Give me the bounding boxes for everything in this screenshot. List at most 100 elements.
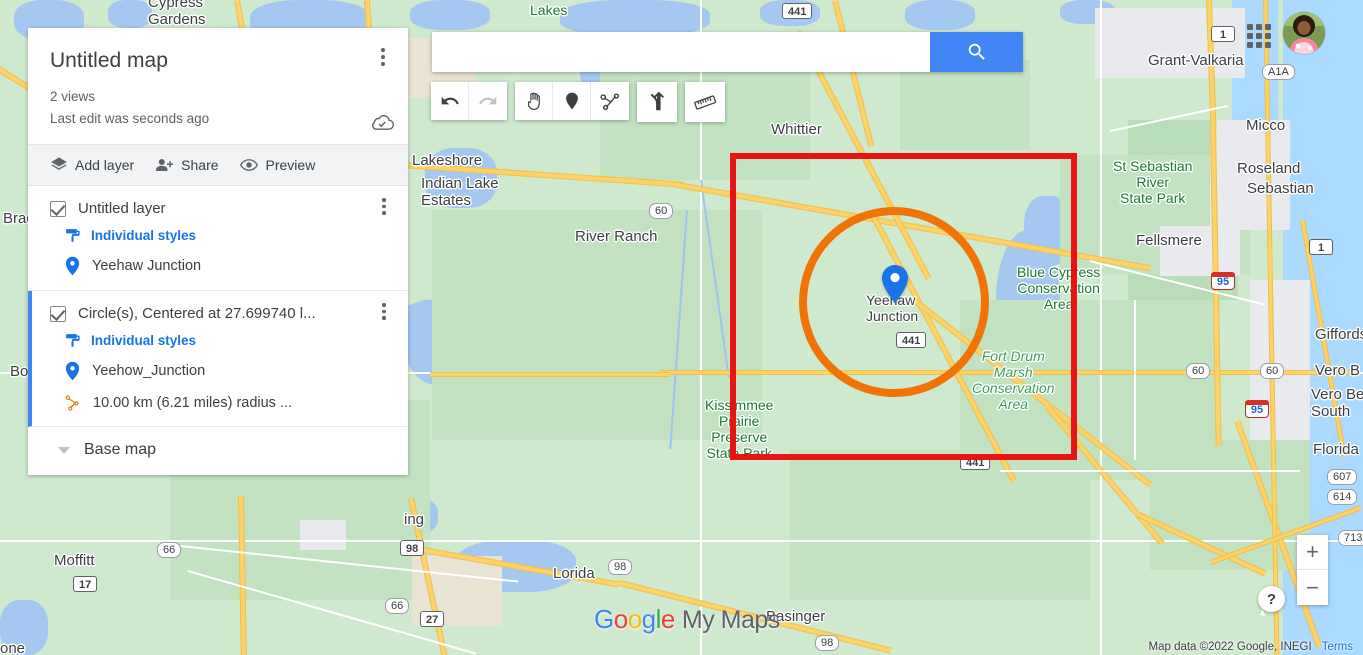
feature-radius[interactable]: 10.00 km (6.21 miles) radius ... [64, 393, 394, 412]
draw-line-button[interactable] [591, 82, 629, 120]
lake [108, 0, 152, 28]
redo-button[interactable] [469, 82, 507, 120]
layer-visibility-checkbox[interactable] [50, 200, 66, 217]
attribution-text: Map data ©2022 Google, INEGI [1148, 641, 1312, 653]
hand-icon [527, 91, 540, 110]
map-options-menu-button[interactable] [370, 48, 396, 78]
layer-name: Untitled layer [78, 200, 166, 217]
zoom-controls: + − [1297, 535, 1328, 605]
base-map-selector[interactable]: Base map [28, 427, 408, 475]
google-my-maps-logo: Google My Maps [594, 604, 780, 635]
layer-title-row: Untitled layer [50, 198, 394, 220]
grid-dot [1247, 42, 1253, 48]
search-icon [968, 43, 985, 60]
green-area [790, 450, 1090, 600]
dot [381, 62, 385, 66]
pan-tool-button[interactable] [515, 82, 553, 120]
highway-shield: 27 [420, 611, 445, 627]
share-label: Share [181, 157, 219, 173]
dot [382, 309, 386, 313]
undo-arrow-icon [441, 96, 459, 105]
highway-shield: 614 [1327, 489, 1358, 505]
urban-area [1095, 8, 1245, 78]
highway-shield: 607 [1327, 469, 1358, 485]
layer-untitled-layer[interactable]: Untitled layer Individual styles Yeehaw … [28, 186, 408, 291]
add-layer-label: Add layer [75, 157, 135, 173]
feature-yeehaw-junction[interactable]: Yeehaw Junction [64, 256, 394, 276]
logo-letter: o [627, 604, 642, 634]
individual-styles-link[interactable]: Individual styles [64, 227, 394, 244]
urban-area-sebastian [1210, 120, 1290, 230]
map-place-label: Cypress Gardens [148, 0, 206, 29]
terms-link[interactable]: Terms [1322, 641, 1353, 653]
highway-shield: 441 [782, 3, 813, 19]
share-button[interactable]: Share [154, 156, 219, 174]
search-bar [432, 32, 1023, 72]
highway-shield: 95 [1245, 400, 1269, 418]
lake-indian [425, 148, 497, 208]
map-pin-icon [65, 361, 80, 381]
highway-441-north [832, 0, 875, 147]
toolbar-group-directions [637, 82, 677, 122]
paint-roller-icon [66, 334, 80, 347]
preview-button[interactable]: Preview [239, 156, 316, 174]
individual-styles-link[interactable]: Individual styles [64, 332, 394, 349]
grid-dot [1256, 33, 1262, 39]
search-button[interactable] [930, 32, 1023, 72]
apps-grid-icon[interactable] [1245, 22, 1273, 50]
base-map-label: Base map [84, 441, 157, 458]
highway-shield: 98 [400, 540, 425, 556]
directions-button[interactable] [637, 82, 677, 122]
dot [382, 198, 386, 202]
feature-yeehow-junction[interactable]: Yeehow_Junction [64, 361, 394, 381]
green-area-kissimmee [432, 210, 762, 440]
product-name: My Maps [681, 606, 780, 634]
undo-button[interactable] [431, 82, 469, 120]
grid-dot [1256, 24, 1262, 30]
layer-circles[interactable]: Circle(s), Centered at 27.699740 l... In… [28, 291, 408, 427]
layer-visibility-checkbox[interactable] [50, 305, 66, 322]
urban-area [1160, 226, 1240, 276]
green-area [900, 60, 1030, 150]
highway-shield: A1A [1262, 64, 1295, 80]
user-avatar[interactable] [1283, 12, 1325, 54]
map-views: 2 views [50, 89, 96, 104]
lake [410, 0, 490, 30]
measure-button[interactable] [685, 82, 725, 122]
dot [382, 211, 386, 215]
map-title[interactable]: Untitled map [50, 48, 388, 74]
paint-roller-icon [66, 229, 80, 242]
search-input[interactable] [432, 32, 930, 72]
toolbar-group-measure [685, 82, 725, 122]
cloud-saved-icon[interactable] [370, 112, 394, 130]
logo-letter: o [613, 604, 628, 634]
lake [0, 600, 48, 655]
map-place-label: Moffitt [54, 552, 95, 569]
highway-shield: 1 [1211, 26, 1235, 42]
highway-shield: 60 [1186, 363, 1211, 379]
layer-options-menu-button[interactable] [374, 198, 394, 220]
preview-label: Preview [265, 157, 316, 173]
ruler-icon [694, 95, 717, 110]
layers-icon [51, 157, 67, 170]
help-button[interactable]: ? [1258, 586, 1285, 612]
zoom-out-button[interactable]: − [1297, 570, 1328, 605]
highway-shield: 17 [73, 576, 98, 592]
layer-title-row: Circle(s), Centered at 27.699740 l... [50, 303, 394, 325]
zoom-in-button[interactable]: + [1297, 535, 1328, 570]
map-pin-icon [65, 256, 80, 276]
layer-name: Circle(s), Centered at 27.699740 l... [78, 305, 316, 322]
map-pin-yeehaw-junction[interactable] [882, 265, 908, 303]
logo-letter: G [594, 604, 614, 634]
highway-shield: 60 [649, 203, 674, 219]
toolbar-group-history [431, 82, 507, 120]
grid-dot [1256, 42, 1262, 48]
grid-dot [1247, 33, 1253, 39]
lake [560, 0, 710, 36]
layer-options-menu-button[interactable] [374, 303, 394, 325]
add-layer-button[interactable]: Add layer [50, 156, 134, 174]
add-marker-button[interactable] [553, 82, 591, 120]
polyline-icon [65, 395, 79, 411]
individual-styles-label: Individual styles [91, 333, 197, 348]
toolbar-group-draw [515, 82, 629, 120]
